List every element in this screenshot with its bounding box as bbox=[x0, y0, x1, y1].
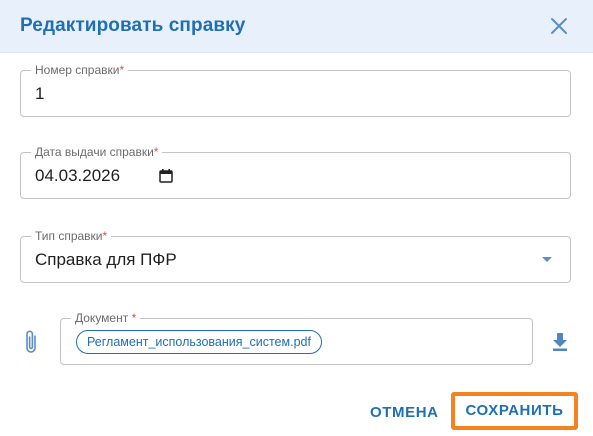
save-button[interactable]: СОХРАНИТЬ bbox=[451, 392, 578, 430]
certificate-type-label: Тип справки* bbox=[31, 228, 112, 244]
download-icon[interactable] bbox=[552, 333, 568, 351]
dialog-header: Редактировать справку bbox=[0, 0, 593, 53]
certificate-number-label: Номер справки* bbox=[31, 62, 129, 78]
calendar-icon[interactable] bbox=[159, 169, 173, 183]
required-mark: * bbox=[119, 63, 125, 77]
required-mark: * bbox=[131, 311, 137, 325]
certificate-number-value: 1 bbox=[35, 84, 45, 103]
certificate-type-value: Справка для ПФР bbox=[35, 250, 177, 269]
chevron-down-icon[interactable] bbox=[542, 257, 552, 263]
certificate-type-select[interactable]: Тип справки* Справка для ПФР bbox=[20, 228, 571, 283]
close-button[interactable] bbox=[545, 12, 573, 40]
issue-date-label: Дата выдачи справки* bbox=[31, 144, 163, 160]
required-mark: * bbox=[102, 229, 108, 243]
issue-date-value: 04.03.2026 bbox=[35, 166, 121, 185]
document-file-chip[interactable]: Регламент_использования_систем.pdf bbox=[76, 330, 322, 354]
close-icon bbox=[551, 18, 567, 34]
edit-certificate-dialog: Редактировать справку Номер справки* 1 Д… bbox=[0, 0, 593, 436]
cancel-button[interactable]: ОТМЕНА bbox=[370, 404, 439, 421]
document-field: Документ * Регламент_использования_систе… bbox=[60, 310, 533, 365]
dialog-title: Редактировать справку bbox=[20, 15, 246, 36]
certificate-number-field[interactable]: Номер справки* 1 bbox=[20, 62, 571, 117]
paperclip-icon[interactable] bbox=[22, 329, 42, 355]
document-label: Документ * bbox=[71, 310, 141, 326]
required-mark: * bbox=[153, 145, 159, 159]
issue-date-field[interactable]: Дата выдачи справки* 04.03.2026 bbox=[20, 144, 571, 199]
